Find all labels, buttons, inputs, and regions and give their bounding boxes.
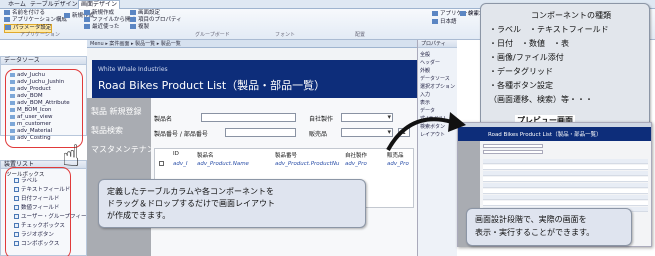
ribbon-button-language[interactable]: 日本語 bbox=[432, 19, 457, 26]
property-item[interactable]: 外観 bbox=[420, 67, 430, 74]
label-product-name: 製品名 bbox=[154, 116, 173, 123]
screen-title: Road Bikes Product List（製品・部品一覧） bbox=[98, 79, 326, 92]
tab-screen-design[interactable]: 画面デザイン bbox=[78, 0, 121, 9]
grid-row-checkbox[interactable] bbox=[159, 161, 164, 166]
dragdrop-line-3: が作成できます。 bbox=[107, 211, 171, 220]
label-manufacturer: 自社製作 bbox=[309, 116, 334, 123]
dragdrop-line-2: ドラッグ＆ドロップするだけで画面レイアウト bbox=[107, 199, 275, 208]
copy-icon bbox=[130, 24, 136, 29]
preview-input-2 bbox=[483, 150, 543, 154]
components-callout-title: コンポーネントの種類 bbox=[531, 11, 611, 20]
ribbon-button-screen-settings[interactable]: 画面設定 bbox=[130, 10, 160, 17]
product-number-input[interactable] bbox=[225, 128, 296, 137]
preview-caption: 画面設計段階で、実際の画面を 表示・実行することができます。 bbox=[466, 208, 632, 246]
property-item[interactable]: データソース bbox=[420, 75, 450, 82]
group-label-groupboard: グループボード bbox=[195, 32, 230, 38]
run-icon bbox=[432, 11, 438, 16]
company-name: White Whale Industries bbox=[98, 66, 168, 73]
property-item[interactable]: 全般 bbox=[420, 51, 430, 58]
document-tabs[interactable]: Menu ▸ 案件画面 ▸ 製品一覧 ▸ 製品一覧 bbox=[87, 40, 417, 48]
label-product-number: 製品番号 / 部品番号 bbox=[154, 131, 208, 138]
preview-header: Road Bikes Product List（製品・部品一覧） bbox=[458, 127, 651, 141]
group-label-layout: 配置 bbox=[355, 32, 366, 38]
ribbon-button-search[interactable]: 検索 bbox=[460, 11, 479, 18]
grid-header-manufacturer[interactable]: 自社製作 bbox=[345, 151, 367, 159]
product-name-input[interactable] bbox=[201, 113, 296, 122]
search-icon bbox=[460, 11, 466, 16]
grid-header-number[interactable]: 製品番号 bbox=[275, 151, 297, 159]
grid-cell-number: adv_Product.ProductNu bbox=[275, 161, 340, 167]
ribbon-button-name[interactable]: 名前を付ける bbox=[4, 10, 45, 17]
grid-header-id[interactable]: ID bbox=[173, 151, 179, 157]
preview-grid-row bbox=[483, 201, 648, 206]
label-sales: 販売品 bbox=[309, 131, 328, 138]
arrow-to-preview-icon bbox=[386, 112, 466, 151]
property-item[interactable]: 入力 bbox=[420, 91, 430, 98]
component-type-item: ・各種ボタン設定 bbox=[489, 81, 553, 90]
ribbon-button-recent[interactable]: 最近使った bbox=[84, 24, 120, 31]
new-screen-icon bbox=[84, 10, 90, 15]
component-type-item: ・データグリッド bbox=[489, 67, 553, 76]
dragdrop-callout: 定義したテーブルカラムや各コンポーネントを ドラッグ＆ドロップするだけで画面レイ… bbox=[98, 179, 366, 228]
param-icon bbox=[5, 25, 11, 30]
props-icon bbox=[130, 17, 136, 22]
ribbon-button-new-2[interactable]: 新規作成 bbox=[84, 10, 114, 17]
tab-home[interactable]: ホーム bbox=[8, 1, 26, 8]
group-label-font: フォント bbox=[275, 32, 296, 38]
components-callout: コンポーネントの種類 ・ラベル ・テキストフィールド ・日付 ・数値 ・表 ・画像/… bbox=[480, 3, 650, 129]
recent-icon bbox=[84, 24, 90, 29]
hand-pointer-icon: ☝ bbox=[62, 139, 81, 174]
preview-grid-row bbox=[483, 171, 648, 176]
grid-cell-sales: adv_Pro bbox=[387, 161, 409, 167]
component-type-item: ・画像/ファイル添付 bbox=[489, 53, 564, 62]
folder-icon bbox=[84, 17, 90, 22]
screen-header: White Whale Industries Road Bikes Produc… bbox=[92, 60, 417, 98]
settings-icon bbox=[4, 17, 10, 22]
tab-table-design[interactable]: テーブルデザイン bbox=[30, 1, 78, 8]
preview-grid-row bbox=[483, 183, 648, 188]
grid-header-name[interactable]: 製品名 bbox=[197, 151, 214, 159]
preview-grid-row bbox=[483, 195, 648, 200]
preview-grid-row bbox=[483, 177, 648, 182]
preview-grid-row bbox=[483, 189, 648, 194]
ribbon-button-app-config[interactable]: アプリケーション構成 bbox=[4, 17, 67, 24]
preview-title: Road Bikes Product List（製品・部品一覧） bbox=[488, 132, 602, 138]
menu-item-product-search[interactable]: 製品検索 bbox=[91, 125, 123, 136]
grid-cell-manufacturer: adv_Pro bbox=[345, 161, 367, 167]
search-form: 製品名 製品番号 / 部品番号 自社製作 販売品 1 ID 製品名 製品番号 自… bbox=[151, 98, 417, 256]
component-type-item: ・ラベル ・テキストフィールド bbox=[489, 25, 609, 34]
preview-caption-1: 画面設計段階で、実際の画面を bbox=[475, 215, 587, 224]
preview-grid-row bbox=[483, 165, 648, 170]
property-item[interactable]: ヘッダー bbox=[420, 59, 440, 66]
side-menu: 製品 新規登録 製品検索 マスタメンテナンス bbox=[87, 98, 163, 256]
component-type-item: （画面遷移、検索）等・・・ bbox=[489, 95, 593, 104]
app-window: ホーム テーブルデザイン 画面デザイン 名前を付ける アプリケーション構成 パラ… bbox=[0, 0, 655, 256]
properties-title: プロパティ bbox=[418, 40, 457, 48]
grid-cell-name: adv_Product.Name bbox=[197, 161, 249, 167]
property-item[interactable]: 選択オプション bbox=[420, 83, 455, 90]
datasource-highlight bbox=[5, 69, 83, 148]
dragdrop-line-1: 定義したテーブルカラムや各コンポーネントを bbox=[107, 187, 275, 196]
ribbon-button-item-props[interactable]: 項目のプロパティ bbox=[130, 17, 182, 24]
new-icon bbox=[64, 13, 70, 18]
screen-icon bbox=[130, 10, 136, 15]
grid-cell-id: adv_I bbox=[173, 161, 188, 167]
app-icon bbox=[4, 10, 10, 15]
group-label-app: アプリケーション bbox=[20, 32, 60, 38]
menu-item-new-product[interactable]: 製品 新規登録 bbox=[91, 106, 142, 117]
controls-highlight bbox=[5, 167, 71, 256]
preview-input-1 bbox=[483, 144, 543, 148]
ribbon-button-open-file[interactable]: ファイルから開く bbox=[84, 17, 136, 24]
component-type-item: ・日付 ・数値 ・表 bbox=[489, 39, 569, 48]
preview-caption-2: 表示・実行することができます。 bbox=[475, 228, 595, 237]
ribbon-button-copy[interactable]: 複製 bbox=[130, 24, 149, 31]
language-icon bbox=[432, 19, 438, 24]
preview-grid-row bbox=[483, 159, 648, 164]
ribbon: 名前を付ける アプリケーション構成 パラメータ設定 新規作成 新規作成 ファイル… bbox=[0, 9, 430, 40]
